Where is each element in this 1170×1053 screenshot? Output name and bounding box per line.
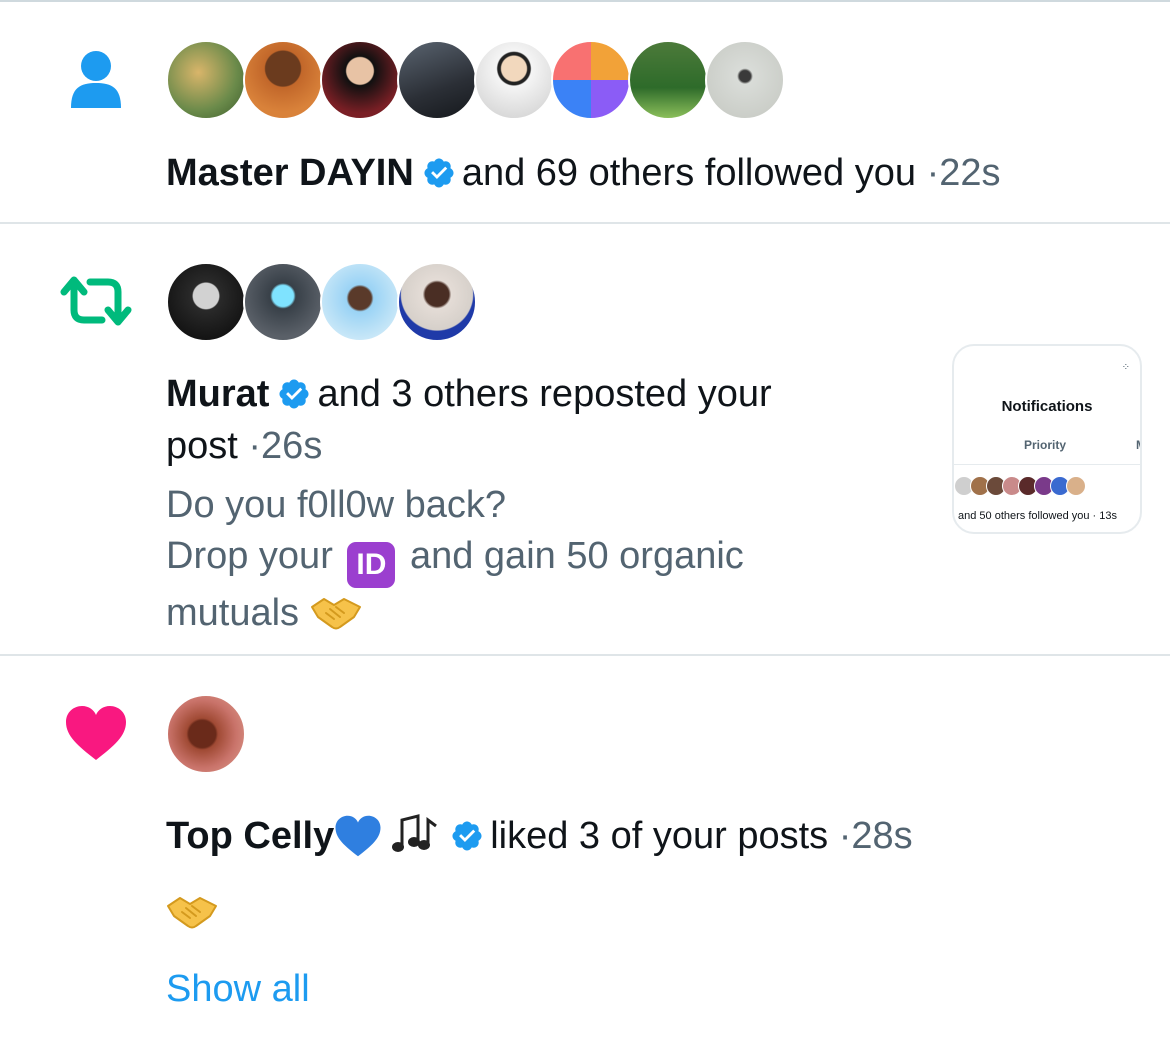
post-text-segment: and gain 50 organic xyxy=(409,535,744,577)
music-notes-emoji-icon xyxy=(392,814,438,852)
separator-dot: · xyxy=(838,815,852,857)
thumbnail-tab-2: M xyxy=(1136,438,1140,452)
post-preview-text[interactable]: Do you f0ll0w back? Drop your ID and gai… xyxy=(166,480,744,639)
verified-badge-icon xyxy=(424,158,454,188)
repost-icon xyxy=(60,276,132,326)
avatar[interactable] xyxy=(166,262,246,342)
user-name[interactable]: Master DAYIN xyxy=(166,152,414,194)
reposter-avatars xyxy=(166,262,477,342)
liker-avatars xyxy=(166,694,246,774)
avatar[interactable] xyxy=(166,40,246,120)
avatar[interactable] xyxy=(551,40,631,120)
verified-badge-icon xyxy=(452,821,482,851)
thumbnail-title: Notifications xyxy=(1001,398,1093,415)
thumbnail-divider xyxy=(954,464,1140,465)
notification-follow[interactable]: Master DAYIN and 69 others followed you ·… xyxy=(0,2,1170,224)
notification-like[interactable]: Top Celly liked 3 of your posts ·28s Show… xyxy=(0,656,1170,1053)
timestamp: 22s xyxy=(939,152,1001,194)
timestamp: 26s xyxy=(261,425,323,467)
avatar[interactable] xyxy=(705,40,785,120)
post-text-segment: mutuals xyxy=(166,592,300,634)
post-line: Do you f0ll0w back? xyxy=(166,484,507,526)
like-action-text: liked 3 of your posts xyxy=(490,815,829,857)
avatar[interactable] xyxy=(397,40,477,120)
avatar[interactable] xyxy=(397,262,477,342)
avatar[interactable] xyxy=(320,40,400,120)
post-line: mutuals xyxy=(166,588,744,639)
notification-repost[interactable]: Murat and 3 others reposted your post ·26… xyxy=(0,224,1170,656)
separator-dot: · xyxy=(248,425,262,467)
avatar[interactable] xyxy=(320,262,400,342)
person-icon xyxy=(71,51,121,108)
avatar[interactable] xyxy=(243,40,323,120)
thumbnail-avatars xyxy=(954,476,1086,496)
repost-action-text: and 3 others reposted your xyxy=(317,373,772,415)
avatar[interactable] xyxy=(243,262,323,342)
blue-heart-emoji-icon xyxy=(335,815,381,857)
post-line: Drop your ID and gain 50 organic xyxy=(166,531,744,588)
repost-headline: Murat and 3 others reposted your post ·26… xyxy=(166,368,772,472)
handshake-emoji-icon xyxy=(310,598,361,630)
user-name[interactable]: Top Celly xyxy=(166,815,334,857)
like-headline: Top Celly liked 3 of your posts ·28s xyxy=(166,810,913,862)
show-all-link[interactable]: Show all xyxy=(166,968,310,1011)
post-text-segment: Drop your xyxy=(166,535,333,577)
heart-icon xyxy=(66,706,126,760)
user-name[interactable]: Murat xyxy=(166,373,269,415)
follow-action-text: and 69 others followed you xyxy=(461,152,917,194)
separator-dot: · xyxy=(926,152,940,194)
avatar[interactable] xyxy=(474,40,554,120)
id-emoji-icon: ID xyxy=(347,542,396,588)
follow-headline: Master DAYIN and 69 others followed you ·… xyxy=(166,147,1001,199)
thumbnail-caption: and 50 others followed you · 13s xyxy=(958,510,1117,522)
media-thumbnail[interactable]: ⁘ Notifications Priority M and 50 others… xyxy=(952,344,1142,534)
avatar[interactable] xyxy=(166,694,246,774)
repost-action-text-cont: post xyxy=(166,425,238,467)
avatar[interactable] xyxy=(628,40,708,120)
thumbnail-tab: Priority xyxy=(1024,438,1067,452)
timestamp: 28s xyxy=(851,815,913,857)
thumbnail-dots-icon: ⁘ xyxy=(1121,362,1130,373)
follower-avatars xyxy=(166,40,785,120)
verified-badge-icon xyxy=(279,379,309,409)
handshake-emoji-icon xyxy=(167,897,217,929)
